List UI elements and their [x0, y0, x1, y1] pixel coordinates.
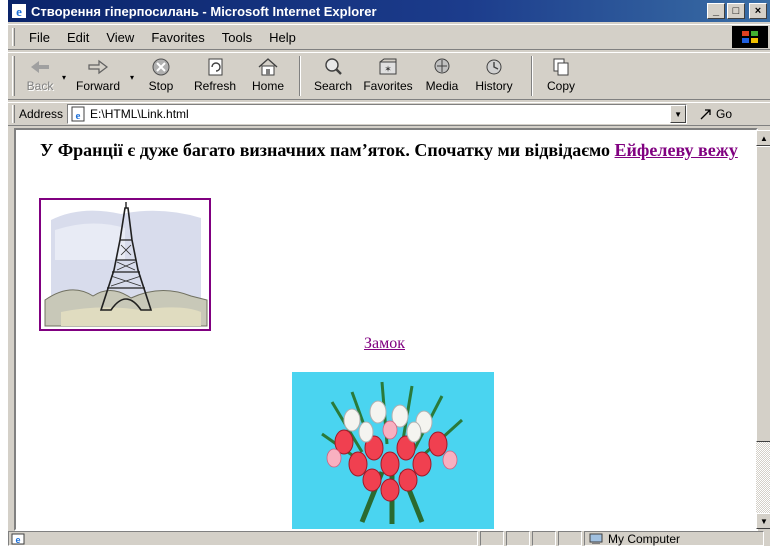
back-button[interactable]: Back — [21, 53, 59, 99]
maximize-button[interactable]: □ — [727, 3, 745, 19]
menu-help[interactable]: Help — [261, 30, 305, 45]
status-panel-1 — [480, 531, 504, 546]
svg-text:e: e — [16, 4, 22, 19]
minimize-button[interactable]: _ — [707, 3, 725, 19]
favorites-label: Favorites — [363, 79, 413, 93]
favorites-icon: ✶ — [379, 58, 397, 75]
address-bar: Address e E:\HTML\Link.html ▼ Go — [8, 102, 770, 126]
menu-favorites[interactable]: Favorites — [143, 30, 213, 45]
browser-window: e Створення гіперпосилань - Microsoft In… — [6, 0, 770, 546]
svg-text:e: e — [15, 535, 20, 545]
refresh-label: Refresh — [193, 79, 237, 93]
page-icon: e — [71, 106, 85, 122]
history-button[interactable]: History — [465, 53, 523, 99]
address-input[interactable]: e E:\HTML\Link.html ▼ — [67, 104, 688, 124]
status-panel-4 — [558, 531, 582, 546]
scroll-thumb[interactable] — [756, 146, 770, 442]
search-icon — [325, 58, 342, 75]
close-button[interactable]: × — [749, 3, 767, 19]
scroll-track[interactable] — [756, 442, 770, 513]
ie-icon: e — [12, 4, 26, 19]
home-icon — [258, 58, 278, 76]
close-icon: × — [754, 4, 762, 17]
go-button[interactable]: Go — [699, 107, 732, 121]
status-main-panel: e — [8, 531, 478, 546]
computer-icon — [589, 533, 603, 544]
eiffel-tower-link[interactable]: Ейфелеву вежу — [615, 140, 738, 160]
chevron-down-icon: ▼ — [760, 516, 768, 526]
go-arrow-icon — [700, 109, 711, 120]
chevron-down-icon: ▼ — [674, 109, 682, 119]
media-label: Media — [425, 79, 459, 93]
forward-label: Forward — [75, 79, 120, 93]
copy-label: Copy — [546, 79, 575, 93]
menu-bar: File Edit View Favorites Tools Help — [8, 24, 770, 50]
svg-text:e: e — [76, 110, 81, 122]
copy-icon — [553, 58, 569, 76]
stop-icon — [152, 58, 170, 76]
chevron-up-icon: ▲ — [760, 133, 768, 143]
home-button[interactable]: Home — [245, 53, 291, 99]
stop-button[interactable]: Stop — [137, 53, 185, 99]
address-grip[interactable] — [12, 105, 15, 123]
maximize-icon: □ — [732, 4, 740, 17]
back-label: Back — [26, 79, 54, 93]
stop-label: Stop — [148, 79, 174, 93]
address-label: Address — [19, 107, 64, 121]
copy-button[interactable]: Copy — [541, 53, 581, 99]
history-label: History — [475, 79, 513, 93]
status-bar: e My Computer — [8, 531, 770, 546]
title-bar[interactable]: e Створення гіперпосилань - Microsoft In… — [8, 0, 770, 22]
minimize-icon: _ — [712, 4, 720, 17]
media-button[interactable]: Media — [419, 53, 465, 99]
address-value: E:\HTML\Link.html — [90, 107, 189, 121]
toolbar-grip[interactable] — [12, 56, 15, 96]
back-dropdown[interactable]: ▾ — [59, 53, 69, 99]
favorites-button[interactable]: ✶ Favorites — [357, 53, 419, 99]
scroll-up-button[interactable]: ▲ — [756, 130, 770, 146]
back-arrow-icon — [31, 61, 49, 73]
search-label: Search — [313, 79, 353, 93]
page-viewport: У Франції є дуже багато визначних пам’ят… — [14, 128, 758, 531]
search-button[interactable]: Search — [309, 53, 357, 99]
windows-logo-icon — [732, 26, 768, 48]
forward-button[interactable]: Forward — [69, 53, 127, 99]
forward-dropdown[interactable]: ▾ — [127, 53, 137, 99]
status-panel-3 — [532, 531, 556, 546]
menu-file[interactable]: File — [21, 30, 59, 45]
refresh-icon — [208, 58, 223, 76]
toolbar-separator — [299, 56, 301, 96]
castle-link[interactable]: Замок — [364, 335, 405, 353]
history-icon — [486, 59, 502, 75]
media-icon — [434, 58, 450, 74]
tulip-bouquet-image — [292, 372, 494, 529]
standard-toolbar: Back ▾ Forward ▾ Stop Refresh Home Searc… — [8, 52, 770, 100]
menu-grip[interactable] — [12, 28, 15, 46]
eiffel-tower-image-link[interactable] — [39, 198, 211, 331]
menu-view[interactable]: View — [98, 30, 143, 45]
window-title: Створення гіперпосилань - Microsoft Inte… — [31, 3, 377, 19]
zone-label: My Computer — [608, 531, 681, 546]
toolbar-separator-2 — [531, 56, 533, 96]
scroll-down-button[interactable]: ▼ — [756, 513, 770, 529]
go-label: Go — [716, 107, 733, 121]
status-zone-panel: My Computer — [584, 531, 764, 546]
intro-text: У Франції є дуже багато визначних пам’ят… — [40, 140, 611, 160]
intro-paragraph: У Франції є дуже багато визначних пам’ят… — [40, 140, 740, 161]
refresh-button[interactable]: Refresh — [185, 53, 245, 99]
vertical-scrollbar[interactable]: ▲ ▼ — [756, 130, 770, 529]
forward-arrow-icon — [88, 59, 108, 75]
menu-edit[interactable]: Edit — [59, 30, 98, 45]
home-label: Home — [251, 79, 284, 93]
address-dropdown-button[interactable]: ▼ — [670, 105, 687, 123]
svg-text:✶: ✶ — [384, 64, 392, 74]
page-status-icon: e — [11, 533, 25, 545]
eiffel-tower-image — [41, 200, 209, 329]
status-panel-2 — [506, 531, 530, 546]
menu-tools[interactable]: Tools — [214, 30, 261, 45]
